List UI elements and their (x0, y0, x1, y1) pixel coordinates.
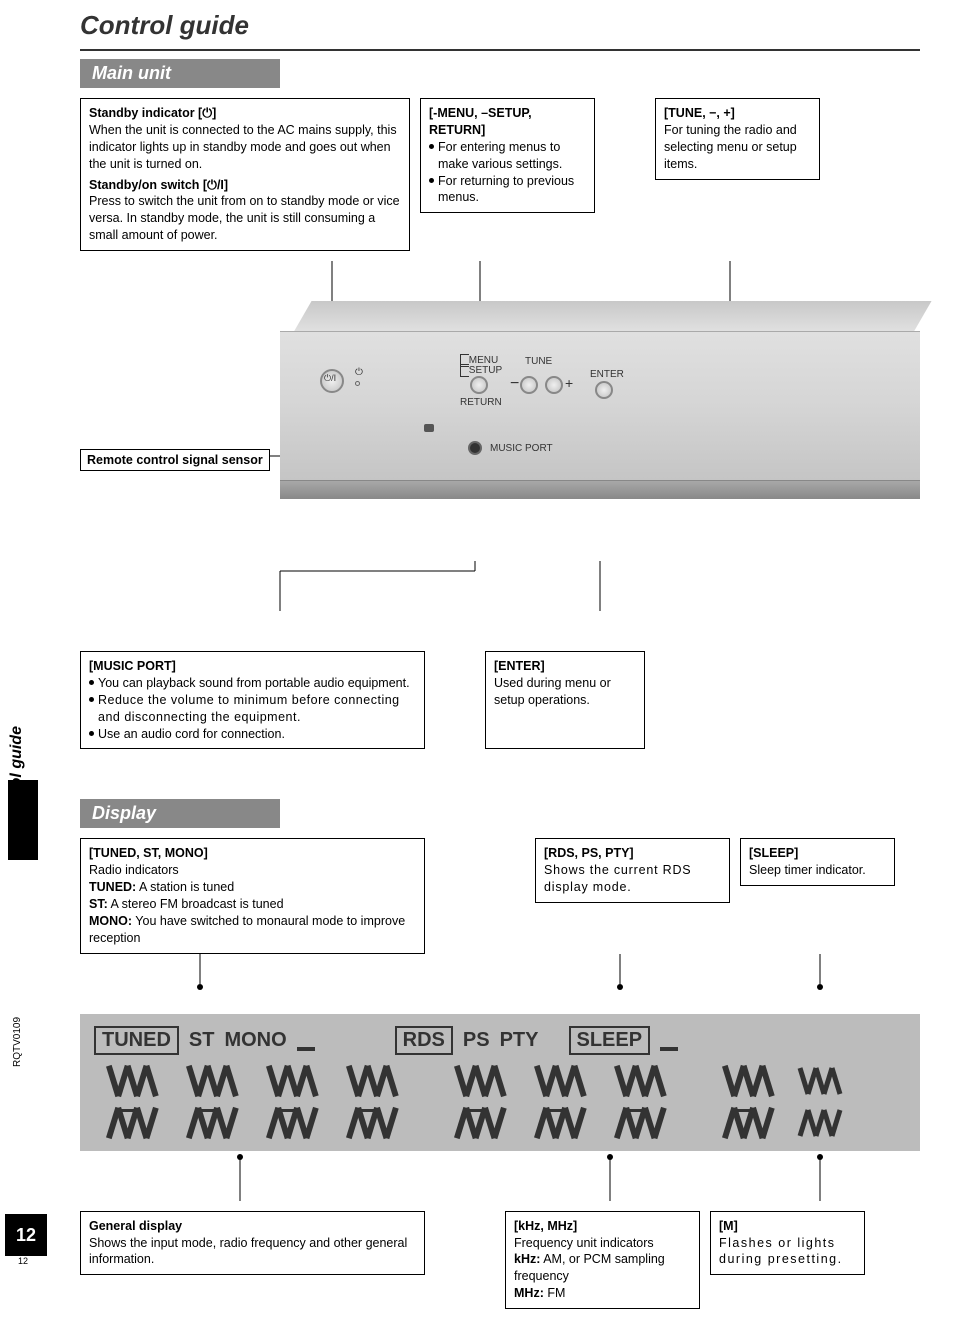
standby-switch-text: Press to switch the unit from on to stan… (89, 193, 401, 244)
lcd-segments (94, 1061, 906, 1101)
callout-music-port: [MUSIC PORT] You can playback sound from… (80, 651, 425, 749)
callout-sensor: Remote control signal sensor (80, 449, 270, 471)
tuned-l1a: TUNED: (89, 880, 136, 894)
m-text: Flashes or lights during presetting. (719, 1235, 856, 1269)
lcd-rds: RDS (395, 1026, 453, 1055)
tuned-heading: [TUNED, ST, MONO] (89, 845, 416, 862)
tuned-l3b: You have switched to monaural mode to im… (89, 914, 405, 945)
doc-ref: RQTV0109 (12, 1017, 23, 1067)
callout-khz: [kHz, MHz] Frequency unit indicators kHz… (505, 1211, 700, 1309)
power-icon: ⏻ (355, 367, 363, 378)
section-display: Display (80, 799, 280, 828)
rds-text: Shows the current RDS display mode. (544, 862, 721, 896)
sleep-text: Sleep timer indicator. (749, 862, 886, 879)
callout-tuned: [TUNED, ST, MONO] Radio indicators TUNED… (80, 838, 425, 953)
m-heading: [M] (719, 1218, 856, 1235)
enter-button (595, 381, 613, 399)
music-port-jack (468, 441, 482, 455)
tuned-l2a: ST: (89, 897, 108, 911)
page-title: Control guide (80, 10, 920, 41)
lcd-tuned: TUNED (94, 1026, 179, 1055)
khz-heading: [kHz, MHz] (514, 1218, 691, 1235)
callout-m: [M] Flashes or lights during presetting. (710, 1211, 865, 1276)
callout-sleep: [SLEEP] Sleep timer indicator. (740, 838, 895, 886)
tune-text: For tuning the radio and selecting menu … (664, 122, 811, 173)
callout-enter: [ENTER] Used during menu or setup operat… (485, 651, 645, 749)
lcd-pty: PTY (500, 1029, 539, 1052)
menu-bullet-2: For returning to previous menus. (438, 173, 586, 207)
khz-sub: Frequency unit indicators (514, 1235, 691, 1252)
page-number: 12 (5, 1214, 47, 1256)
general-heading: General display (89, 1218, 416, 1235)
music-port-label: MUSIC PORT (490, 443, 553, 454)
music-bullet-3: Use an audio cord for connection. (98, 726, 285, 743)
tuned-l2b: A stereo FM broadcast is tuned (108, 897, 284, 911)
enter-label: ENTER (590, 369, 624, 380)
callout-general: General display Shows the input mode, ra… (80, 1211, 425, 1276)
standby-indicator-heading: Standby indicator [⏻] (89, 105, 401, 122)
return-label: RETURN (460, 397, 502, 408)
music-bullet-1: You can playback sound from portable aud… (98, 675, 410, 692)
page-number-small: 12 (18, 1256, 28, 1266)
enter-text: Used during menu or setup operations. (494, 675, 636, 709)
callout-standby: Standby indicator [⏻] When the unit is c… (80, 98, 410, 251)
khz-l1a: kHz: (514, 1252, 540, 1266)
sidebar-label: Control guide (8, 726, 26, 830)
standby-switch-heading: Standby/on switch [⏻/I] (89, 177, 401, 194)
section-main-unit: Main unit (80, 59, 280, 88)
setup-label: SETUP (460, 364, 502, 377)
standby-led (355, 381, 360, 386)
lcd-segments-2 (94, 1103, 906, 1143)
general-text: Shows the input mode, radio frequency an… (89, 1235, 416, 1269)
device-illustration: ⏻/I ⏻ MENU SETUP RETURN TUNE − + ENTER M… (80, 261, 920, 561)
menu-heading: [-MENU, –SETUP, RETURN] (429, 105, 586, 139)
khz-l2b: FM (544, 1286, 566, 1300)
callout-rds: [RDS, PS, PTY] Shows the current RDS dis… (535, 838, 730, 903)
ir-sensor (424, 424, 434, 432)
rds-heading: [RDS, PS, PTY] (544, 845, 721, 862)
tuned-l3a: MONO: (89, 914, 132, 928)
power-label: ⏻/I (324, 373, 336, 384)
menu-bullet-1: For entering menus to make various setti… (438, 139, 586, 173)
lcd-st: ST (189, 1029, 215, 1052)
tune-label: TUNE (525, 356, 552, 367)
sleep-heading: [SLEEP] (749, 845, 886, 862)
tune-plus-button (545, 376, 563, 394)
khz-l2a: MHz: (514, 1286, 544, 1300)
callout-tune: [TUNE, −, +] For tuning the radio and se… (655, 98, 820, 180)
enter-heading: [ENTER] (494, 658, 636, 675)
callout-menu: [-MENU, –SETUP, RETURN] For entering men… (420, 98, 595, 213)
lcd-mono: MONO (224, 1029, 286, 1052)
menu-button (470, 376, 488, 394)
tune-heading: [TUNE, −, +] (664, 105, 811, 122)
music-bullet-2: Reduce the volume to minimum before conn… (98, 692, 416, 726)
tuned-l1b: A station is tuned (136, 880, 234, 894)
music-port-heading: [MUSIC PORT] (89, 658, 416, 675)
minus-label: − (510, 375, 519, 393)
tune-minus-button (520, 376, 538, 394)
standby-indicator-text: When the unit is connected to the AC mai… (89, 122, 401, 173)
lcd-panel: TUNED ST MONO RDS PS PTY SLEEP (80, 1014, 920, 1151)
plus-label: + (565, 375, 573, 391)
lcd-sleep: SLEEP (569, 1026, 651, 1055)
title-underline (80, 49, 920, 51)
tuned-sub: Radio indicators (89, 862, 416, 879)
lcd-ps: PS (463, 1029, 490, 1052)
